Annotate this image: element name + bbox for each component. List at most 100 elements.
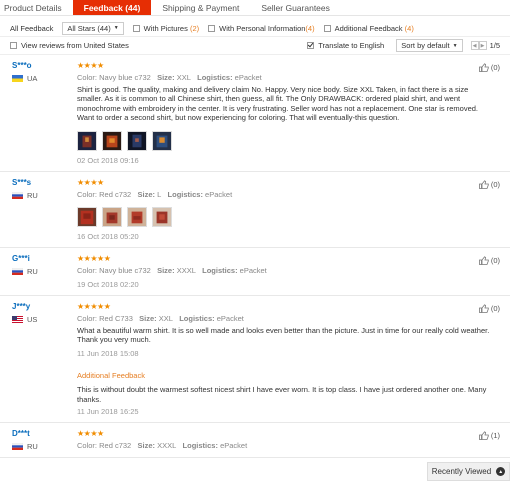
additional-feedback-text: This is without doubt the warmest softes… <box>77 385 487 404</box>
country-code: RU <box>27 190 38 200</box>
size-value: XXXL <box>157 441 177 450</box>
with-personal-info-checkbox[interactable] <box>208 24 216 32</box>
review-photo[interactable] <box>77 206 97 227</box>
sort-dropdown[interactable]: Sort by default ▼ <box>396 39 463 52</box>
size-label: Size: <box>157 265 175 275</box>
chevron-down-icon: ▼ <box>113 25 119 31</box>
size-label: Size: <box>137 441 155 450</box>
size-value: XXXL <box>176 265 196 275</box>
prev-page-button[interactable]: ◀ <box>470 41 479 50</box>
reviewer-country: RU <box>12 267 77 276</box>
review-meta: Color: Red C733 Size: XXL Logistics: ePa… <box>77 314 490 323</box>
size-value: L <box>157 189 162 199</box>
translate-option[interactable]: Translate to English <box>307 41 384 50</box>
review-content: ★★★★ Color: Red c732 Size: L Logistics: … <box>77 178 510 241</box>
logistics-value: ePacket <box>220 441 248 450</box>
with-personal-info-count: (4) <box>305 23 315 33</box>
helpful-button[interactable]: (1) <box>478 431 500 440</box>
thumbs-up-icon <box>478 179 489 189</box>
review-photo[interactable] <box>152 206 172 227</box>
pagination: ◀ ▶ 1/5 <box>470 41 500 50</box>
additional-feedback-date: 11 Jun 2018 16:25 <box>77 407 139 416</box>
view-us-reviews-label: View reviews from United States <box>21 41 129 50</box>
view-us-reviews-filter[interactable]: View reviews from United States <box>10 41 129 50</box>
russia-flag-icon <box>12 443 23 450</box>
logistics-label: Logistics: <box>197 73 233 82</box>
additional-feedback-count: (4) <box>404 23 414 33</box>
logistics-value: ePacket <box>216 313 244 323</box>
with-personal-info-filter[interactable]: With Personal Information (4) <box>208 23 315 33</box>
reviewer-name: S***o <box>12 61 32 70</box>
with-personal-info-label: With Personal Information <box>219 23 306 33</box>
review-photo[interactable] <box>127 206 147 227</box>
stars-dropdown-label: All Stars (44) <box>67 23 111 33</box>
review-photo[interactable] <box>127 130 147 151</box>
review-photo[interactable] <box>77 130 97 151</box>
review-photo[interactable] <box>102 130 122 151</box>
logistics-label: Logistics: <box>182 441 218 450</box>
view-us-reviews-checkbox[interactable] <box>10 42 17 49</box>
recently-viewed-button[interactable]: Recently Viewed ▲ <box>427 462 510 481</box>
logistics-label: Logistics: <box>179 313 215 323</box>
reviewer-name: S***s <box>12 177 32 187</box>
star-rating: ★★★★ <box>77 177 104 187</box>
country-code: UA <box>27 74 38 83</box>
review-meta: Color: Navy blue c732 Size: XXXL Logisti… <box>77 266 490 275</box>
stars-dropdown[interactable]: All Stars (44) ▼ <box>62 21 124 35</box>
review-item: S***s RU ★★★★ Color: Red c732 Size: L Lo… <box>0 172 510 248</box>
tab-shipping-payment[interactable]: Shipping & Payment <box>151 0 250 15</box>
thumbs-up-icon <box>478 303 489 313</box>
helpful-button[interactable]: (0) <box>478 255 500 265</box>
country-code: US <box>27 314 38 324</box>
tab-product-details[interactable]: Product Details <box>0 0 73 15</box>
tab-feedback[interactable]: Feedback (44) <box>72 0 152 15</box>
all-feedback-filter[interactable]: All Feedback <box>10 24 53 33</box>
helpful-count: (0) <box>490 255 500 265</box>
review-text: Shirt is good. The quality, making and d… <box>77 85 479 123</box>
color-label: Color: <box>77 189 98 199</box>
logistics-value: ePacket <box>205 189 233 199</box>
review-item: S***o UA ★★★★ Color: Navy blue c732 Size… <box>0 55 510 172</box>
reviewer-info: D***t RU <box>0 429 77 451</box>
star-rating: ★★★★★ <box>77 253 111 263</box>
color-value: Red C733 <box>99 313 133 323</box>
next-page-button[interactable]: ▶ <box>478 41 487 50</box>
logistics-value: ePacket <box>239 265 267 275</box>
us-flag-icon <box>12 315 23 323</box>
helpful-button[interactable]: (0) <box>478 303 500 313</box>
chevron-down-icon: ▼ <box>452 42 458 49</box>
translate-checkbox[interactable] <box>307 42 315 49</box>
tab-seller-guarantees[interactable]: Seller Guarantees <box>250 0 341 15</box>
reviewer-country: RU <box>12 191 77 200</box>
helpful-count: (1) <box>490 431 500 440</box>
review-photo[interactable] <box>152 130 172 151</box>
helpful-button[interactable]: (0) <box>478 179 500 189</box>
page-indicator: 1/5 <box>489 41 500 50</box>
reviewer-info: G***i RU <box>0 254 77 289</box>
additional-feedback-filter[interactable]: Additional Feedback (4) <box>323 23 414 33</box>
review-text: What a beautiful warm shirt. It is so we… <box>77 325 490 344</box>
reviewer-country: UA <box>12 74 77 83</box>
review-photo[interactable] <box>102 206 122 227</box>
size-label: Size: <box>157 73 175 82</box>
helpful-count: (0) <box>490 303 500 313</box>
reviewer-country: RU <box>12 442 77 451</box>
reviewer-name: J***y <box>12 301 31 311</box>
translate-label: Translate to English <box>318 41 385 50</box>
star-rating: ★★★★★ <box>77 301 111 311</box>
review-content: ★★★★ Color: Red c732 Size: XXXL Logistic… <box>77 429 510 451</box>
review-photos <box>77 206 490 227</box>
color-label: Color: <box>77 265 98 275</box>
review-options-row: View reviews from United States Translat… <box>0 37 510 55</box>
size-label: Size: <box>137 189 155 199</box>
tab-bar: Product Details Feedback (44) Shipping &… <box>0 0 510 16</box>
feedback-filters: All Feedback All Stars (44) ▼ With Pictu… <box>0 20 510 37</box>
helpful-button[interactable]: (0) <box>478 63 500 72</box>
color-label: Color: <box>77 73 98 82</box>
with-pictures-checkbox[interactable] <box>132 24 140 32</box>
additional-feedback-label: Additional Feedback <box>334 23 403 33</box>
with-pictures-filter[interactable]: With Pictures (2) <box>132 24 199 33</box>
additional-feedback-checkbox[interactable] <box>323 24 331 32</box>
helpful-count: (0) <box>490 63 500 72</box>
review-meta: Color: Navy blue c732 Size: XXL Logistic… <box>77 73 490 82</box>
